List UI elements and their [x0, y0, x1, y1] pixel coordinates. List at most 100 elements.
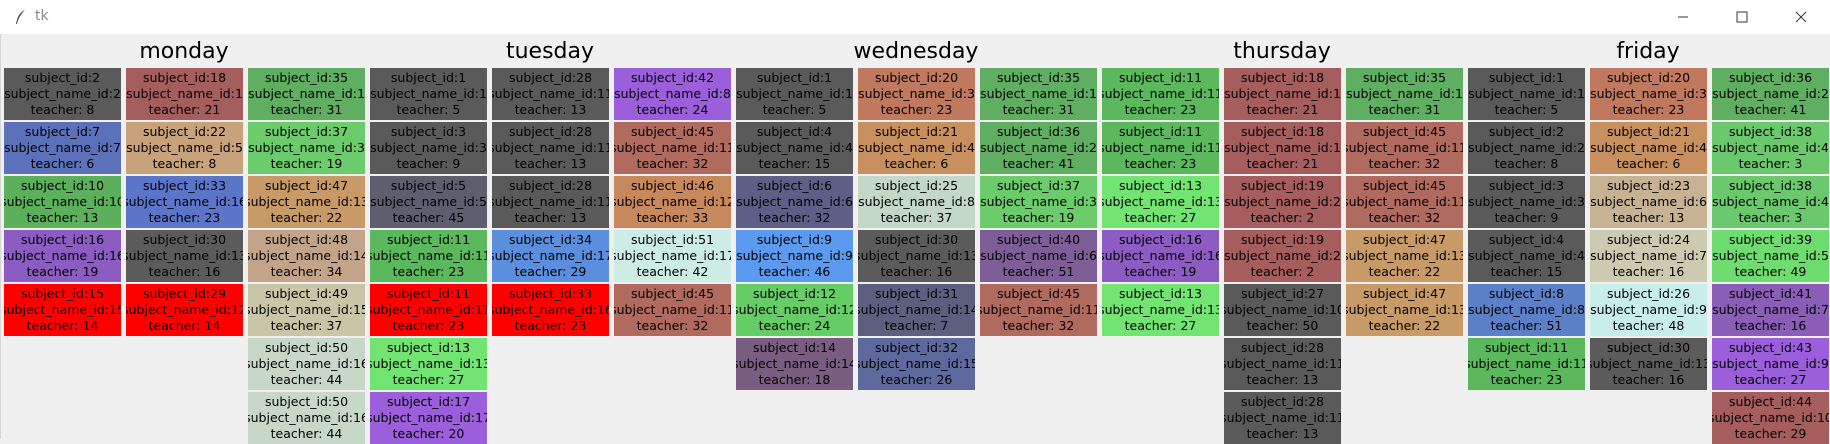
timetable-cell: subject_id:30 subject_name_id:13 teacher: …	[858, 230, 975, 282]
timetable-cell: subject_id:1 subject_name_id:1 teacher: 5	[736, 68, 853, 120]
timetable-cell: subject_id:15 subject_name_id:15 teacher: …	[4, 284, 121, 336]
cell-subject-name: subject_name_id:13	[1346, 302, 1463, 317]
cell-subject-name: subject_name_id:1	[1224, 140, 1341, 155]
cell-subject-id: subject_id:28	[508, 124, 593, 139]
cell-teacher: teacher: 48	[1612, 318, 1685, 333]
cell-subject-id: subject_id:45	[630, 286, 715, 301]
timetable-cell: subject_id:47 subject_name_id:13 teacher: …	[248, 176, 365, 228]
timetable-cell: subject_id:36 subject_name_id:2 teacher: 4…	[980, 122, 1097, 174]
cell-subject-name: subject_name_id:6	[980, 248, 1097, 263]
cell-subject-id: subject_id:14	[752, 340, 837, 355]
cell-subject-id: subject_id:20	[874, 70, 959, 85]
cell-subject-id: subject_id:41	[1728, 286, 1813, 301]
cell-teacher: teacher: 37	[270, 318, 343, 333]
cell-subject-name: subject_name_id:15	[858, 356, 975, 371]
cell-subject-name: subject_name_id:11	[492, 86, 609, 101]
cell-subject-name: subject_name_id:2	[980, 140, 1097, 155]
timetable-cell: subject_id:4 subject_name_id:4 teacher: 15	[736, 122, 853, 174]
cell-subject-id: subject_id:10	[20, 178, 105, 193]
cell-teacher: teacher: 5	[1494, 102, 1559, 117]
timetable-cell: subject_id:10 subject_name_id:10 teacher: …	[4, 176, 121, 228]
cell-teacher: teacher: 23	[392, 318, 465, 333]
cell-teacher: teacher: 13	[1612, 210, 1685, 225]
cell-subject-name: subject_name_id:2	[4, 86, 121, 101]
timetable-cell: subject_id:23 subject_name_id:6 teacher: 1…	[1590, 176, 1707, 228]
timetable-cell: subject_id:16 subject_name_id:16 teacher: …	[1102, 230, 1219, 282]
timetable-cell: subject_id:18 subject_name_id:1 teacher: 2…	[1224, 122, 1341, 174]
minimize-button[interactable]	[1654, 0, 1712, 34]
cell-subject-id: subject_id:20	[1606, 70, 1691, 85]
timetable-cell: subject_id:11 subject_name_id:11 teacher: …	[1102, 68, 1219, 120]
cell-teacher: teacher: 50	[1246, 318, 1319, 333]
timetable-cell: subject_id:43 subject_name_id:9 teacher: 2…	[1712, 338, 1829, 390]
cell-teacher: teacher: 13	[26, 210, 99, 225]
timetable-cell: subject_id:35 subject_name_id:1 teacher: 3…	[980, 68, 1097, 120]
cell-subject-id: subject_id:18	[1240, 124, 1325, 139]
cell-subject-id: subject_id:13	[386, 340, 471, 355]
cell-subject-id: subject_id:30	[142, 232, 227, 247]
cell-subject-name: subject_name_id:17	[370, 410, 487, 425]
cell-subject-id: subject_id:21	[1606, 124, 1691, 139]
cell-subject-name: subject_name_id:11	[614, 302, 731, 317]
cell-teacher: teacher: 9	[396, 156, 461, 171]
cell-subject-name: subject_name_id:6	[736, 194, 853, 209]
cell-subject-id: subject_id:7	[24, 124, 101, 139]
cell-subject-name: subject_name_id:11	[1102, 86, 1219, 101]
cell-subject-id: subject_id:9	[756, 232, 833, 247]
cell-subject-name: subject_name_id:16	[248, 356, 365, 371]
cell-subject-id: subject_id:1	[1488, 70, 1565, 85]
cell-subject-name: subject_name_id:12	[126, 302, 243, 317]
maximize-button[interactable]	[1713, 0, 1771, 34]
timetable-cell: subject_id:38 subject_name_id:4 teacher: 3	[1712, 176, 1829, 228]
cell-teacher: teacher: 24	[636, 102, 709, 117]
cell-teacher: teacher: 32	[636, 318, 709, 333]
cell-subject-id: subject_id:22	[142, 124, 227, 139]
timetable-cell: subject_id:12 subject_name_id:12 teacher: …	[736, 284, 853, 336]
cell-teacher: teacher: 2	[1250, 210, 1315, 225]
cell-subject-name: subject_name_id:17	[492, 248, 609, 263]
cell-subject-name: subject_name_id:4	[1712, 140, 1829, 155]
cell-subject-id: subject_id:35	[1362, 70, 1447, 85]
cell-subject-id: subject_id:28	[1240, 394, 1325, 409]
cell-subject-id: subject_id:11	[386, 286, 471, 301]
cell-teacher: teacher: 29	[514, 264, 587, 279]
cell-subject-id: subject_id:4	[1488, 232, 1565, 247]
cell-subject-id: subject_id:45	[1362, 124, 1447, 139]
cell-teacher: teacher: 19	[1124, 264, 1197, 279]
cell-subject-id: subject_id:28	[508, 70, 593, 85]
close-button[interactable]	[1772, 0, 1830, 34]
cell-subject-name: subject_name_id:8	[858, 194, 975, 209]
cell-teacher: teacher: 31	[1368, 102, 1441, 117]
cell-subject-id: subject_id:12	[752, 286, 837, 301]
cell-teacher: teacher: 2	[1250, 264, 1315, 279]
cell-teacher: teacher: 34	[270, 264, 343, 279]
cell-teacher: teacher: 16	[880, 264, 953, 279]
cell-teacher: teacher: 27	[1734, 372, 1807, 387]
cell-teacher: teacher: 21	[1246, 102, 1319, 117]
cell-subject-name: subject_name_id:8	[614, 86, 731, 101]
cell-subject-name: subject_name_id:11	[492, 140, 609, 155]
cell-teacher: teacher: 19	[270, 156, 343, 171]
cell-subject-name: subject_name_id:2	[1224, 248, 1341, 263]
cell-subject-name: subject_name_id:14	[858, 302, 975, 317]
cell-subject-id: subject_id:46	[630, 178, 715, 193]
cell-subject-name: subject_name_id:13	[1590, 356, 1707, 371]
cell-teacher: teacher: 49	[1734, 264, 1807, 279]
cell-subject-name: subject_name_id:15	[248, 302, 365, 317]
cell-subject-id: subject_id:47	[1362, 286, 1447, 301]
cell-subject-name: subject_name_id:3	[980, 194, 1097, 209]
cell-teacher: teacher: 21	[1246, 156, 1319, 171]
cell-subject-name: subject_name_id:11	[492, 194, 609, 209]
cell-subject-name: subject_name_id:3	[1468, 194, 1585, 209]
cell-subject-name: subject_name_id:10	[1712, 410, 1829, 425]
cell-subject-id: subject_id:3	[1488, 178, 1565, 193]
timetable-cell: subject_id:45 subject_name_id:11 teacher: …	[980, 284, 1097, 336]
timetable-cell: subject_id:33 subject_name_id:16 teacher: …	[126, 176, 243, 228]
timetable-cell: subject_id:51 subject_name_id:17 teacher: …	[614, 230, 731, 282]
cell-subject-name: subject_name_id:6	[1590, 194, 1707, 209]
cell-teacher: teacher: 37	[880, 210, 953, 225]
cell-subject-id: subject_id:33	[142, 178, 227, 193]
timetable-cell: subject_id:41 subject_name_id:7 teacher: 1…	[1712, 284, 1829, 336]
cell-subject-name: subject_name_id:9	[1712, 356, 1829, 371]
cell-subject-id: subject_id:4	[756, 124, 833, 139]
